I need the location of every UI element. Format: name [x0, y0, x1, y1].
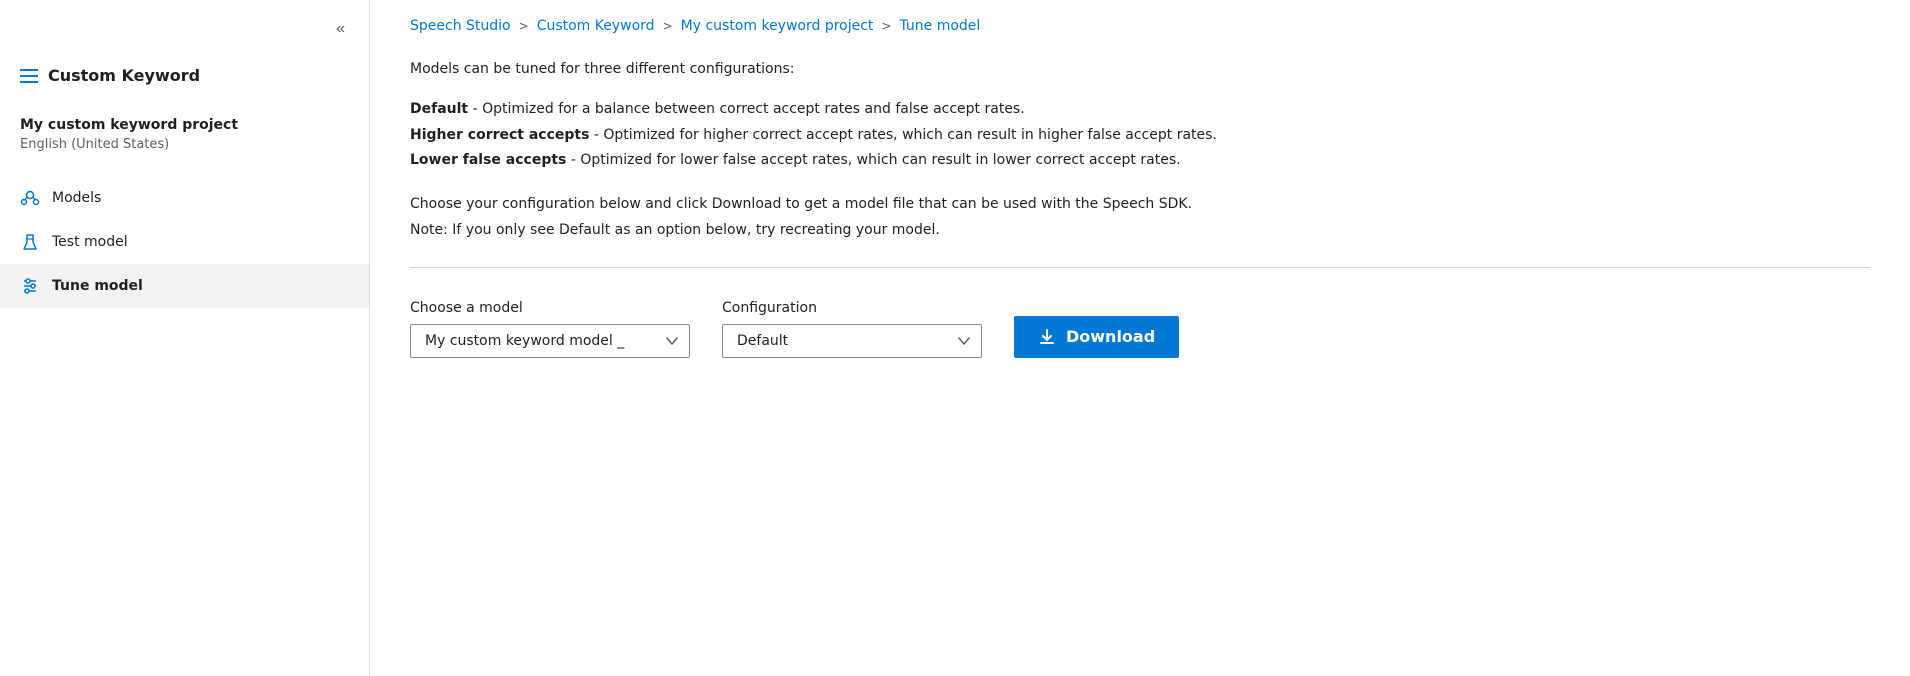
description-list: Models can be tuned for three different …: [410, 58, 1870, 243]
sidebar-item-test-model-label: Test model: [52, 234, 128, 250]
download-label: Download: [1066, 327, 1155, 346]
download-icon: [1038, 328, 1056, 346]
config-default-text: - Optimized for a balance between correc…: [468, 101, 1025, 117]
main-content: Speech Studio > Custom Keyword > My cust…: [370, 0, 1910, 676]
breadcrumb-tune-model: Tune model: [899, 18, 980, 34]
breadcrumb-sep-3: >: [881, 19, 891, 33]
breadcrumb-custom-keyword[interactable]: Custom Keyword: [537, 18, 655, 34]
breadcrumb-sep-1: >: [519, 19, 529, 33]
hamburger-icon[interactable]: [20, 69, 38, 83]
sidebar-item-models[interactable]: Models: [0, 176, 369, 220]
project-language: English (United States): [20, 137, 349, 152]
sidebar-item-test-model[interactable]: Test model: [0, 220, 369, 264]
sidebar-item-models-label: Models: [52, 190, 101, 206]
content-body: Models can be tuned for three different …: [370, 54, 1910, 676]
sidebar-item-tune-model[interactable]: Tune model: [0, 264, 369, 308]
note-text: Note: If you only see Default as an opti…: [410, 219, 1870, 243]
config-lower: Lower false accepts - Optimized for lowe…: [410, 149, 1870, 173]
config-select-wrapper: Default Higher correct accepts Lower fal…: [722, 324, 982, 358]
test-icon: [20, 232, 40, 252]
tune-icon: [20, 276, 40, 296]
sidebar-nav: Models Test model Tune model: [0, 176, 369, 308]
breadcrumb-speech-studio[interactable]: Speech Studio: [410, 18, 511, 34]
models-icon: [20, 188, 40, 208]
model-select-wrapper: My custom keyword model _: [410, 324, 690, 358]
config-control-group: Configuration Default Higher correct acc…: [722, 300, 982, 358]
project-section: My custom keyword project English (Unite…: [0, 105, 369, 168]
config-higher-text: - Optimized for higher correct accept ra…: [589, 127, 1216, 143]
sidebar: « Custom Keyword My custom keyword proje…: [0, 0, 370, 676]
model-label: Choose a model: [410, 300, 690, 316]
model-select[interactable]: My custom keyword model _: [410, 324, 690, 358]
config-select[interactable]: Default Higher correct accepts Lower fal…: [722, 324, 982, 358]
divider: [410, 267, 1870, 268]
config-default: Default - Optimized for a balance betwee…: [410, 98, 1870, 122]
config-default-bold: Default: [410, 101, 468, 117]
app-title: Custom Keyword: [48, 66, 200, 85]
choose-text: Choose your configuration below and clic…: [410, 193, 1870, 217]
project-name: My custom keyword project: [20, 117, 349, 133]
model-control-group: Choose a model My custom keyword model _: [410, 300, 690, 358]
config-higher: Higher correct accepts - Optimized for h…: [410, 124, 1870, 148]
download-button[interactable]: Download: [1014, 316, 1179, 358]
breadcrumb: Speech Studio > Custom Keyword > My cust…: [370, 0, 1910, 54]
config-higher-bold: Higher correct accepts: [410, 127, 589, 143]
controls-row: Choose a model My custom keyword model _…: [410, 300, 1870, 358]
config-lower-text: - Optimized for lower false accept rates…: [566, 152, 1180, 168]
breadcrumb-sep-2: >: [663, 19, 673, 33]
sidebar-collapse-button[interactable]: «: [328, 16, 353, 42]
config-lower-bold: Lower false accepts: [410, 152, 566, 168]
config-label: Configuration: [722, 300, 982, 316]
intro-text: Models can be tuned for three different …: [410, 58, 1870, 82]
breadcrumb-project[interactable]: My custom keyword project: [681, 18, 874, 34]
sidebar-item-tune-model-label: Tune model: [52, 278, 143, 294]
